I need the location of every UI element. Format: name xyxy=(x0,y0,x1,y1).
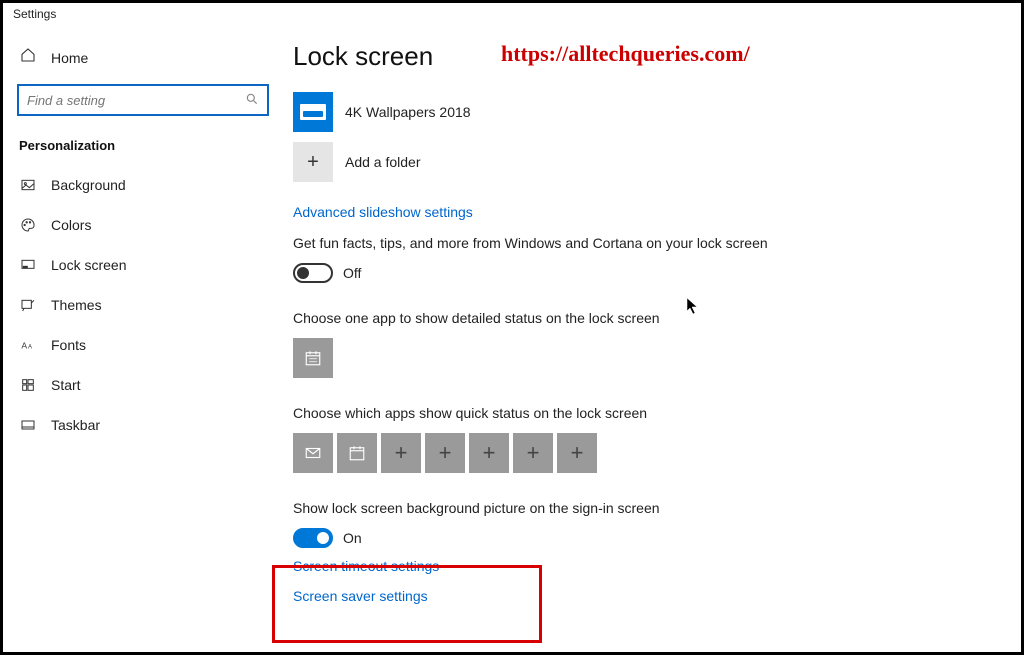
sidebar-item-label: Lock screen xyxy=(51,257,126,273)
detailed-status-text: Choose one app to show detailed status o… xyxy=(293,309,773,328)
fun-facts-toggle[interactable] xyxy=(293,263,333,283)
sidebar-item-label: Fonts xyxy=(51,337,86,353)
signin-picture-state: On xyxy=(343,530,362,546)
plus-icon: + xyxy=(395,440,408,466)
quick-status-slot-4[interactable]: + xyxy=(425,433,465,473)
quick-status-slot-6[interactable]: + xyxy=(513,433,553,473)
sidebar-item-colors[interactable]: Colors xyxy=(13,205,273,245)
calendar-icon xyxy=(304,349,322,367)
sidebar-item-label: Themes xyxy=(51,297,102,313)
add-folder-button[interactable]: + Add a folder xyxy=(293,142,1001,182)
app-label: 4K Wallpapers 2018 xyxy=(345,104,471,120)
home-icon xyxy=(19,47,37,68)
sidebar-item-label: Colors xyxy=(51,217,91,233)
screen-timeout-link[interactable]: Screen timeout settings xyxy=(293,558,1001,574)
app-tile-icon xyxy=(293,92,333,132)
plus-icon: + xyxy=(527,440,540,466)
brush-icon xyxy=(19,297,37,313)
wallpapers-app-row[interactable]: 4K Wallpapers 2018 xyxy=(293,92,1001,132)
sidebar-item-label: Background xyxy=(51,177,126,193)
sidebar-item-themes[interactable]: Themes xyxy=(13,285,273,325)
signin-picture-text: Show lock screen background picture on t… xyxy=(293,499,773,518)
fonts-icon: AA xyxy=(19,337,37,353)
plus-icon: + xyxy=(571,440,584,466)
advanced-slideshow-link[interactable]: Advanced slideshow settings xyxy=(293,204,473,220)
fun-facts-state: Off xyxy=(343,265,361,281)
home-label: Home xyxy=(51,50,88,66)
signin-picture-toggle[interactable] xyxy=(293,528,333,548)
sidebar-item-label: Taskbar xyxy=(51,417,100,433)
sidebar-item-fonts[interactable]: AA Fonts xyxy=(13,325,273,365)
sidebar-item-background[interactable]: Background xyxy=(13,165,273,205)
palette-icon xyxy=(19,217,37,233)
quick-status-slot-2[interactable] xyxy=(337,433,377,473)
quick-status-slot-5[interactable]: + xyxy=(469,433,509,473)
monitor-icon xyxy=(19,257,37,273)
search-icon xyxy=(245,92,259,109)
sidebar-item-taskbar[interactable]: Taskbar xyxy=(13,405,273,445)
calendar-icon xyxy=(348,444,366,462)
add-folder-label: Add a folder xyxy=(345,154,421,170)
fun-facts-text: Get fun facts, tips, and more from Windo… xyxy=(293,234,773,253)
search-input-container[interactable] xyxy=(17,84,269,116)
settings-window: Settings Home Personalization Background xyxy=(0,0,1024,655)
watermark-text: https://alltechqueries.com/ xyxy=(501,41,750,67)
taskbar-icon xyxy=(19,417,37,433)
section-label: Personalization xyxy=(13,130,273,165)
search-input[interactable] xyxy=(27,93,237,108)
picture-icon xyxy=(19,177,37,193)
sidebar-item-lock-screen[interactable]: Lock screen xyxy=(13,245,273,285)
quick-status-slot-1[interactable] xyxy=(293,433,333,473)
main-panel: Lock screen 4K Wallpapers 2018 + Add a f… xyxy=(273,29,1021,652)
svg-text:A: A xyxy=(21,340,27,350)
screen-saver-link[interactable]: Screen saver settings xyxy=(293,588,1001,604)
sidebar: Home Personalization Background Colors L… xyxy=(3,29,273,652)
window-title: Settings xyxy=(3,3,1021,29)
home-button[interactable]: Home xyxy=(13,37,273,78)
svg-text:A: A xyxy=(28,344,32,350)
plus-icon: + xyxy=(439,440,452,466)
mail-icon xyxy=(304,444,322,462)
sidebar-item-start[interactable]: Start xyxy=(13,365,273,405)
plus-icon: + xyxy=(293,142,333,182)
quick-status-text: Choose which apps show quick status on t… xyxy=(293,404,773,423)
sidebar-item-label: Start xyxy=(51,377,81,393)
window-content: Home Personalization Background Colors L… xyxy=(3,29,1021,652)
plus-icon: + xyxy=(483,440,496,466)
detailed-status-app-button[interactable] xyxy=(293,338,333,378)
quick-status-slot-3[interactable]: + xyxy=(381,433,421,473)
grid-icon xyxy=(19,377,37,393)
quick-status-slot-7[interactable]: + xyxy=(557,433,597,473)
